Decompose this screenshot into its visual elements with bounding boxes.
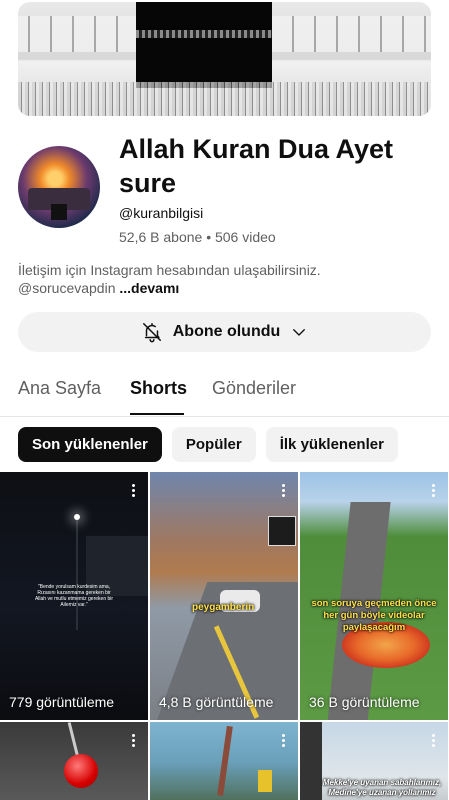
short-views: 4,8 B görüntüleme (159, 694, 274, 710)
chip-popular[interactable]: Popüler (171, 427, 256, 462)
channel-avatar[interactable] (18, 146, 100, 228)
short-tile[interactable] (0, 722, 148, 800)
description-more-link[interactable]: ...devamı (119, 280, 179, 296)
more-options-icon[interactable] (432, 734, 436, 747)
road-sign (268, 516, 296, 546)
tab-posts[interactable]: Gönderiler (212, 378, 296, 399)
short-views: 779 görüntüleme (9, 694, 115, 710)
more-options-icon[interactable] (282, 734, 286, 747)
short-caption: son soruya geçmeden önce her gün böyle v… (311, 598, 437, 633)
more-options-icon[interactable] (132, 484, 136, 497)
channel-tabs: Ana Sayfa Shorts Gönderiler (0, 372, 449, 417)
bus (258, 770, 272, 792)
active-tab-indicator (130, 413, 184, 415)
channel-stats: 52,6 B abone • 506 video (119, 229, 276, 245)
red-ball (64, 754, 98, 788)
subscribed-button[interactable]: Abone olundu (18, 312, 431, 352)
sort-chips: Son yüklenenler Popüler İlk yüklenenler (18, 427, 398, 462)
description-line-2: @sorucevapdin (18, 280, 116, 296)
chip-oldest[interactable]: İlk yüklenenler (265, 427, 398, 462)
channel-banner (18, 2, 431, 116)
stats-separator: • (206, 229, 212, 245)
street-pole (76, 520, 78, 630)
short-caption: Mekke'ye uyanan sabahlarımız, Medine'ye … (322, 778, 442, 797)
video-count: 506 video (214, 229, 276, 245)
short-caption: peygamberin (192, 602, 255, 613)
short-views: 36 B görüntüleme (309, 694, 420, 710)
chip-latest[interactable]: Son yüklenenler (18, 427, 162, 462)
subscribed-label: Abone olundu (172, 323, 281, 340)
avatar-kaaba (51, 204, 67, 220)
rod (67, 722, 80, 758)
channel-name: Allah Kuran Dua Ayet sure (119, 134, 394, 198)
short-tile[interactable]: peygamberin 4,8 B görüntüleme (150, 472, 298, 720)
channel-handle: @kuranbilgisi (119, 205, 204, 221)
tab-home[interactable]: Ana Sayfa (18, 378, 101, 399)
chevron-down-icon (290, 323, 308, 341)
channel-description[interactable]: İletişim için Instagram hesabından ulaşa… (18, 261, 430, 297)
more-options-icon[interactable] (132, 734, 136, 747)
description-line-1: İletişim için Instagram hesabından ulaşa… (18, 262, 321, 278)
short-tile[interactable]: son soruya geçmeden önce her gün böyle v… (300, 472, 448, 720)
subscriber-count: 52,6 B abone (119, 229, 203, 245)
short-tile[interactable] (150, 722, 298, 800)
tower (217, 725, 233, 797)
short-caption: "Bende yorulsam kurdesim ama, Rızasını k… (34, 584, 114, 608)
more-options-icon[interactable] (432, 484, 436, 497)
street-lamp (74, 514, 80, 520)
short-tile[interactable]: "Bende yorulsam kurdesim ama, Rızasını k… (0, 472, 148, 720)
tab-shorts[interactable]: Shorts (130, 378, 187, 399)
short-tile[interactable]: Mekke'ye uyanan sabahlarımız, Medine'ye … (300, 722, 448, 800)
banner-kaaba (136, 2, 272, 88)
banner-crowd (18, 82, 431, 116)
more-options-icon[interactable] (282, 484, 286, 497)
bell-off-icon (141, 321, 163, 343)
